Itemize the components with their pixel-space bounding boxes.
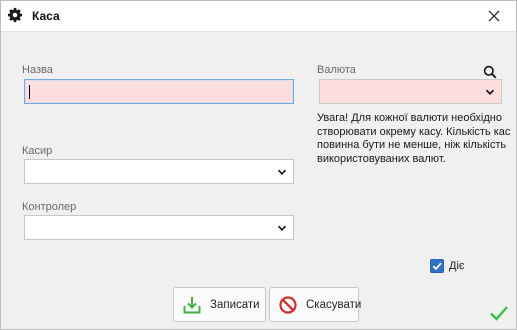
active-checkbox-label: Діє bbox=[449, 260, 465, 272]
cancel-button-label: Скасувати bbox=[306, 298, 362, 311]
gear-icon bbox=[8, 7, 22, 23]
cashier-label: Касир bbox=[22, 145, 53, 157]
download-icon bbox=[183, 296, 201, 313]
cancel-button[interactable]: Скасувати bbox=[269, 287, 362, 322]
chevron-down-icon bbox=[277, 225, 287, 231]
active-checkbox[interactable] bbox=[430, 259, 444, 273]
name-input[interactable] bbox=[24, 79, 294, 104]
save-button[interactable]: Записати bbox=[173, 287, 266, 322]
checkmark-icon bbox=[432, 262, 442, 271]
close-button[interactable] bbox=[481, 4, 507, 28]
close-icon bbox=[488, 10, 500, 22]
chevron-down-icon bbox=[277, 169, 287, 175]
currency-label: Валюта bbox=[317, 64, 356, 76]
controller-select[interactable] bbox=[24, 215, 294, 240]
currency-note: Увага! Для кожної валюти необхідно створ… bbox=[317, 112, 511, 165]
ok-check-icon[interactable] bbox=[489, 304, 509, 322]
window-title: Каса bbox=[32, 9, 60, 23]
title-bar: Каса bbox=[1, 1, 516, 32]
dialog-window: Каса Назва Валюта Увага! Для кожної валю… bbox=[0, 0, 517, 330]
text-caret bbox=[29, 85, 30, 99]
currency-select[interactable] bbox=[319, 79, 502, 104]
cancel-icon bbox=[279, 295, 297, 314]
search-icon[interactable] bbox=[483, 65, 497, 79]
name-label: Назва bbox=[22, 64, 53, 76]
chevron-down-icon bbox=[485, 89, 495, 95]
controller-label: Контролер bbox=[22, 201, 77, 213]
save-button-label: Записати bbox=[210, 298, 260, 311]
cashier-select[interactable] bbox=[24, 159, 294, 184]
